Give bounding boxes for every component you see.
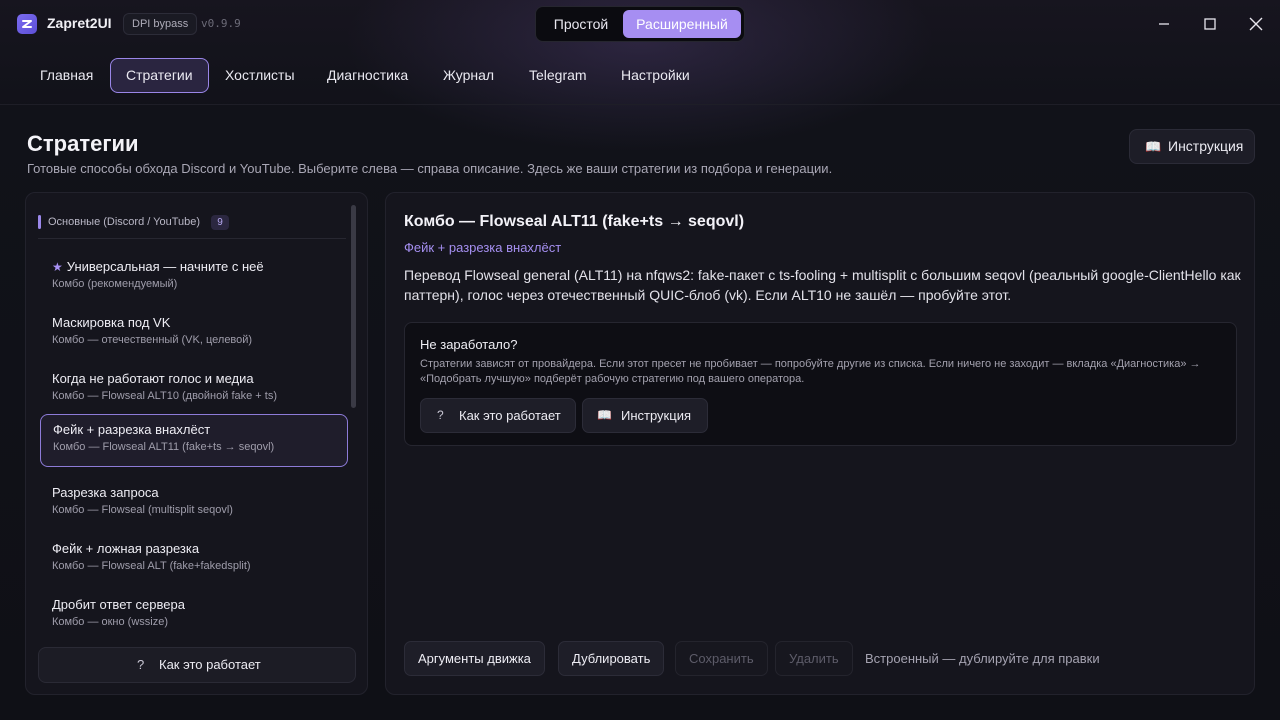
- strategy-item-title: Разрезка запроса: [52, 485, 159, 500]
- help-box: Не заработало? Стратегии зависят от пров…: [404, 322, 1237, 446]
- strategy-item-title: Фейк + разрезка внахлёст: [53, 422, 211, 437]
- strategy-item-title-text: Универсальная — начните с неё: [66, 259, 264, 274]
- strategy-item[interactable]: Разрезка запроса Комбо — Flowseal (multi…: [40, 477, 348, 530]
- help-title: Не заработало?: [420, 337, 518, 352]
- strategy-item-title: Когда не работают голос и медиа: [52, 371, 254, 386]
- builtin-note: Встроенный — дублируйте для правки: [865, 651, 1100, 666]
- tab-home[interactable]: Главная: [25, 58, 108, 93]
- strategy-detail-panel: Комбо — Flowseal ALT11 (fake+ts → seqovl…: [385, 192, 1255, 695]
- help-guide-button[interactable]: 📖 Инструкция: [582, 398, 708, 433]
- strategy-item-title: ★ Универсальная — начните с неё: [52, 259, 264, 274]
- duplicate-button[interactable]: Дублировать: [558, 641, 665, 676]
- mode-advanced-button[interactable]: Расширенный: [623, 10, 741, 38]
- strategy-item-title: Маскировка под VK: [52, 315, 171, 330]
- page-subtitle: Готовые способы обхода Discord и YouTube…: [27, 161, 833, 176]
- tab-settings[interactable]: Настройки: [606, 58, 705, 93]
- delete-button[interactable]: Удалить: [775, 641, 853, 676]
- guide-button-label: Инструкция: [1168, 138, 1244, 154]
- save-button[interactable]: Сохранить: [675, 641, 768, 676]
- guide-button[interactable]: 📖 Инструкция: [1129, 129, 1255, 164]
- group-divider: [38, 238, 346, 239]
- tab-telegram[interactable]: Telegram: [514, 58, 602, 93]
- app-window: Zapret2UI DPI bypass v0.9.9 Простой Расш…: [0, 0, 1280, 720]
- tab-log[interactable]: Журнал: [428, 58, 509, 93]
- tab-strategies[interactable]: Стратегии: [110, 58, 209, 93]
- strategy-item[interactable]: Маскировка под VK Комбо — отечественный …: [40, 307, 348, 360]
- strategy-item[interactable]: Фейк + ложная разрезка Комбо — Flowseal …: [40, 533, 348, 586]
- mode-switch: Простой Расширенный: [535, 6, 745, 42]
- help-how-it-works-button[interactable]: ? Как это работает: [420, 398, 576, 433]
- group-header[interactable]: Основные (Discord / YouTube) 9: [38, 215, 348, 237]
- group-label: Основные (Discord / YouTube): [48, 216, 201, 228]
- page-title: Стратегии: [27, 131, 139, 156]
- how-it-works-label: Как это работает: [159, 657, 261, 672]
- strategy-item-selected[interactable]: Фейк + разрезка внахлёст Комбо — Flowsea…: [40, 414, 348, 467]
- strategy-item[interactable]: Дробит ответ сервера Комбо — окно (wssiz…: [40, 589, 348, 642]
- strategy-item-subtitle: Комбо — Flowseal ALT (fake+fakedsplit): [52, 560, 251, 572]
- detail-title: Комбо — Flowseal ALT11 (fake+ts → seqovl…: [404, 213, 745, 230]
- nav-divider: [0, 104, 1280, 105]
- app-badge: DPI bypass: [123, 13, 198, 35]
- maximize-icon[interactable]: [1198, 12, 1222, 36]
- group-count-badge: 9: [211, 215, 229, 230]
- strategy-item-title: Дробит ответ сервера: [52, 597, 185, 612]
- app-version: v0.9.9: [201, 17, 241, 30]
- group-accent-bar: [38, 215, 41, 229]
- app-title: Zapret2UI: [47, 15, 112, 31]
- question-icon: ?: [137, 657, 145, 672]
- help-guide-label: Инструкция: [621, 408, 691, 423]
- strategy-list-panel: Основные (Discord / YouTube) 9 ★ Универса…: [25, 192, 368, 695]
- close-icon[interactable]: [1244, 12, 1268, 36]
- engine-args-button[interactable]: Аргументы движка: [404, 641, 545, 676]
- minimize-icon[interactable]: [1152, 12, 1176, 36]
- strategy-item-subtitle: Комбо — Flowseal (multisplit seqovl): [52, 504, 233, 516]
- scrollbar-thumb[interactable]: [351, 205, 356, 408]
- star-icon: ★: [52, 260, 63, 274]
- strategy-item-subtitle: Комбо — окно (wssize): [52, 616, 169, 628]
- help-text: Стратегии зависят от провайдера. Если эт…: [420, 358, 1201, 385]
- help-how-it-works-label: Как это работает: [459, 408, 561, 423]
- strategy-item-title: Фейк + ложная разрезка: [52, 541, 200, 556]
- detail-tag: Фейк + разрезка внахлёст: [404, 240, 562, 255]
- app-logo-icon: [17, 14, 37, 34]
- strategy-item[interactable]: Когда не работают голос и медиа Комбо — …: [40, 363, 348, 416]
- tab-diagnostics[interactable]: Диагностика: [312, 58, 423, 93]
- title-bar: Zapret2UI DPI bypass v0.9.9 Простой Расш…: [0, 0, 1280, 48]
- tab-hostlists[interactable]: Хостлисты: [210, 58, 310, 93]
- book-icon: 📖: [1145, 139, 1162, 154]
- how-it-works-button[interactable]: ? Как это работает: [38, 647, 356, 683]
- strategy-item-subtitle: Комбо (рекомендуемый): [52, 278, 178, 290]
- strategy-item-subtitle: Комбо — отечественный (VK, целевой): [52, 334, 253, 346]
- mode-simple-button[interactable]: Простой: [540, 10, 622, 38]
- main-nav: Главная Стратегии Хостлисты Диагностика …: [0, 58, 1280, 94]
- book-icon: 📖: [597, 408, 612, 422]
- question-icon: ?: [437, 408, 444, 422]
- strategy-item-subtitle: Комбо — Flowseal ALT11 (fake+ts → seqovl…: [53, 441, 275, 453]
- strategy-item[interactable]: ★ Универсальная — начните с неё Комбо (ре…: [40, 251, 348, 304]
- strategy-item-subtitle: Комбо — Flowseal ALT10 (двойной fake + t…: [52, 390, 278, 402]
- detail-description: Перевод Flowseal general (ALT11) на nfqw…: [404, 267, 1241, 303]
